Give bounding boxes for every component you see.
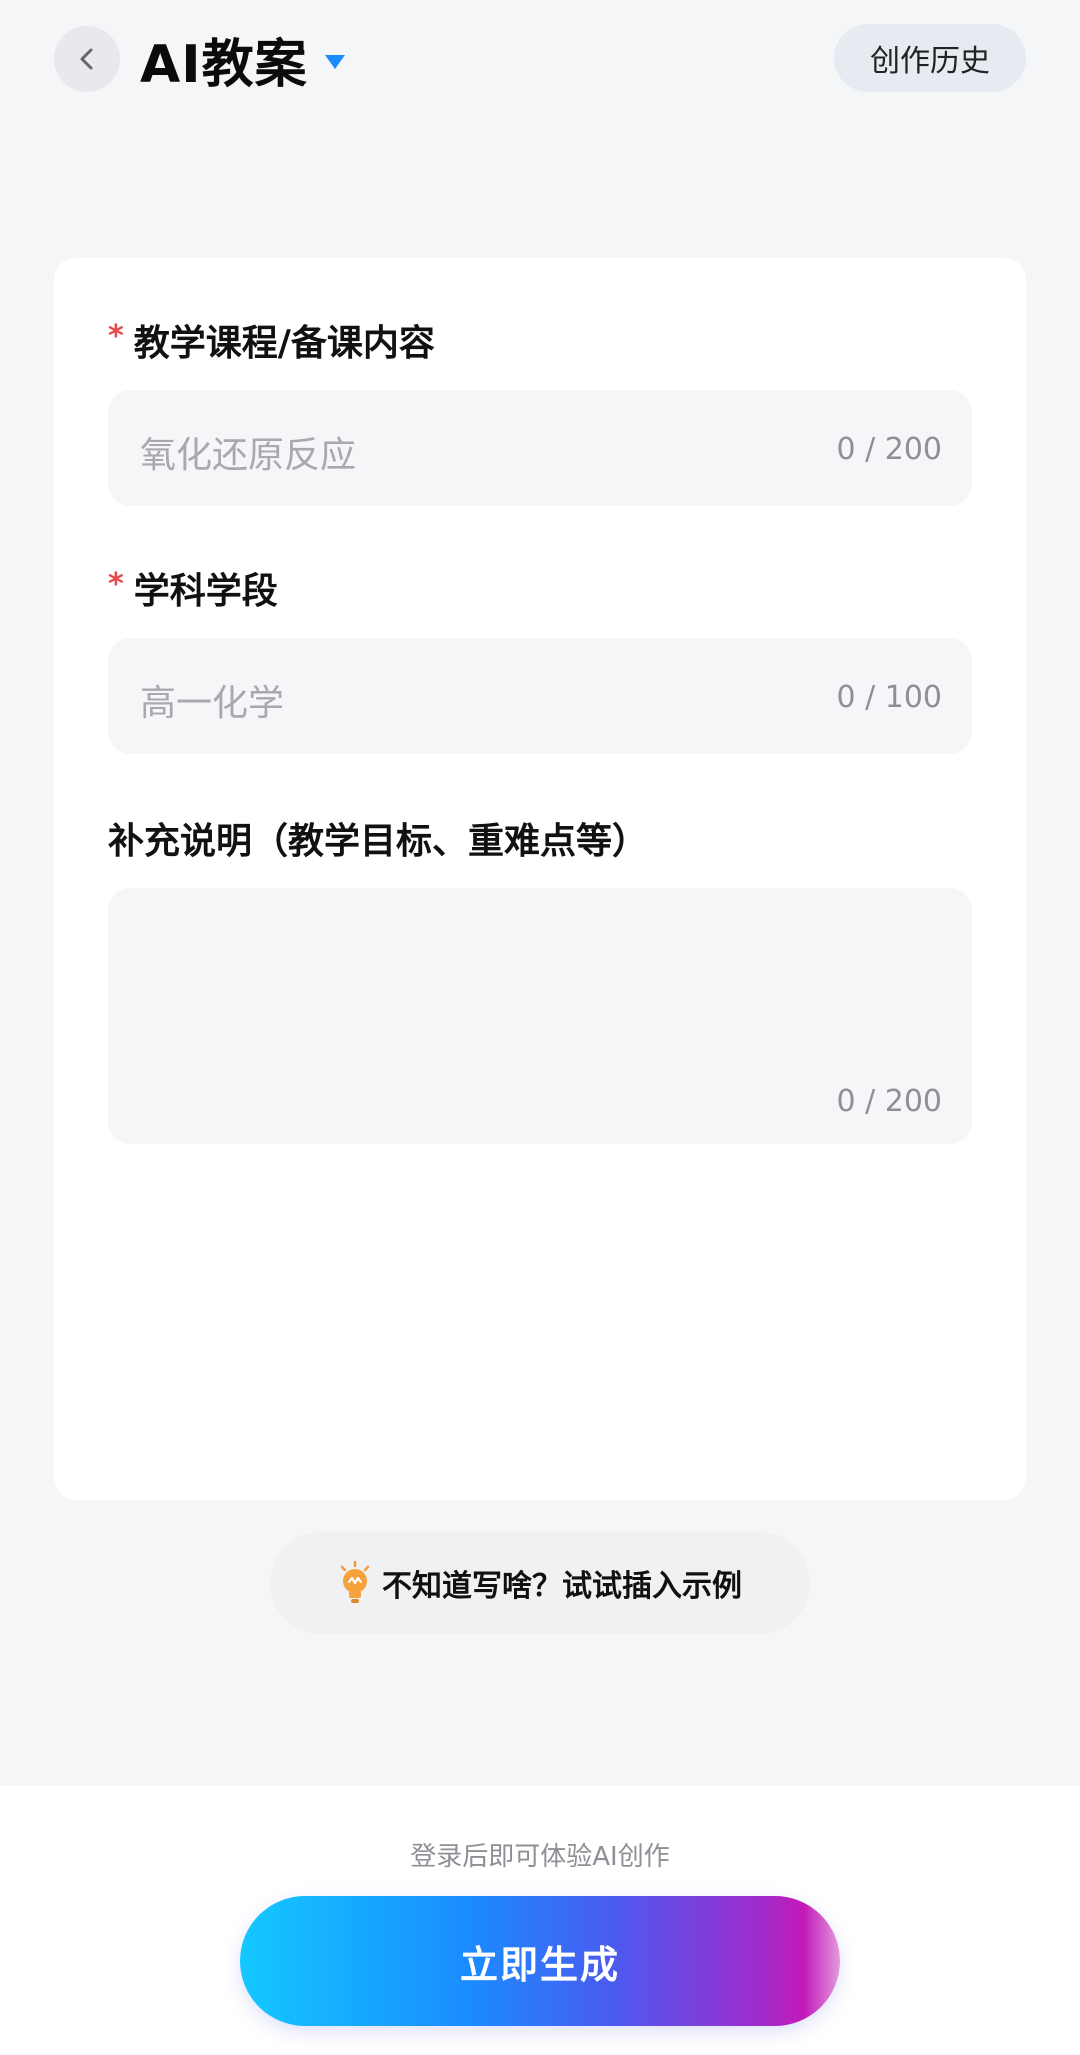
title-dropdown[interactable]: AI教案 — [140, 22, 346, 97]
course-content-counter: 0 / 200 — [836, 432, 942, 467]
caret-down-icon — [324, 54, 345, 69]
subject-grade-label: * 学科学段 — [108, 562, 278, 614]
course-content-label: * 教学课程/备课内容 — [108, 314, 435, 366]
insert-example-button[interactable]: 不知道写啥？试试插入示例 — [270, 1532, 810, 1634]
chevron-left-icon — [80, 48, 93, 70]
generate-button-label: 立即生成 — [459, 1942, 620, 1987]
subject-grade-placeholder: 高一化学 — [140, 683, 285, 724]
required-mark: * — [108, 318, 124, 354]
required-mark: * — [108, 566, 124, 602]
notes-label-text: 补充说明（教学目标、重难点等） — [108, 821, 649, 862]
course-content-input[interactable]: 氧化还原反应 0 / 200 — [108, 390, 972, 506]
course-content-label-text: 教学课程/备课内容 — [133, 323, 435, 364]
page: AI教案 创作历史 * 教学课程/备课内容 氧化还原反应 0 / 200 * 学… — [0, 0, 1080, 2055]
login-hint: 登录后即可体验AI创作 — [410, 1842, 670, 1872]
header: AI教案 创作历史 — [0, 0, 1080, 120]
back-button[interactable] — [54, 26, 120, 92]
subject-grade-label-text: 学科学段 — [133, 571, 278, 612]
subject-grade-input[interactable]: 高一化学 0 / 100 — [108, 638, 972, 754]
lightbulb-icon — [340, 1561, 370, 1603]
subject-grade-counter: 0 / 100 — [836, 680, 942, 715]
history-button[interactable]: 创作历史 — [834, 24, 1026, 92]
notes-label: 补充说明（教学目标、重难点等） — [108, 812, 648, 864]
notes-textarea[interactable]: 0 / 200 — [108, 888, 972, 1144]
form-card: * 教学课程/备课内容 氧化还原反应 0 / 200 * 学科学段 高一化学 0… — [54, 258, 1026, 1500]
page-title: AI教案 — [140, 35, 308, 95]
notes-counter: 0 / 200 — [836, 1084, 942, 1119]
insert-example-label: 不知道写啥？试试插入示例 — [382, 1569, 742, 1604]
course-content-placeholder: 氧化还原反应 — [140, 435, 357, 476]
generate-button[interactable]: 立即生成 — [240, 1896, 840, 2026]
bottom-bar: 登录后即可体验AI创作 立即生成 — [0, 1786, 1080, 2055]
